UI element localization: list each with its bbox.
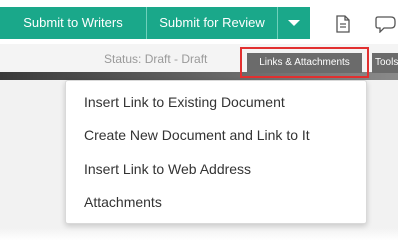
highlight-box [240, 47, 369, 78]
comment-icon[interactable] [375, 15, 398, 33]
menu-item-insert-link-web-address[interactable]: Insert Link to Web Address [84, 161, 251, 177]
submit-for-review-button[interactable]: Submit for Review [147, 7, 278, 39]
tab-tools[interactable]: Tools [372, 53, 398, 73]
document-icon[interactable] [336, 15, 350, 33]
submit-options-dropdown-button[interactable] [278, 7, 310, 39]
status-text: Status: Draft - Draft [104, 52, 208, 66]
chevron-down-icon [288, 20, 300, 26]
links-attachments-menu: Insert Link to Existing Document Create … [65, 80, 367, 224]
menu-item-insert-link-existing-document[interactable]: Insert Link to Existing Document [84, 94, 285, 110]
screen: Submit to Writers Submit for Review Stat… [0, 0, 398, 241]
top-toolbar: Submit to Writers Submit for Review [0, 0, 398, 44]
menu-item-create-new-document-link[interactable]: Create New Document and Link to It [84, 127, 310, 143]
submit-to-writers-button[interactable]: Submit to Writers [0, 7, 147, 39]
menu-item-attachments[interactable]: Attachments [84, 194, 162, 210]
